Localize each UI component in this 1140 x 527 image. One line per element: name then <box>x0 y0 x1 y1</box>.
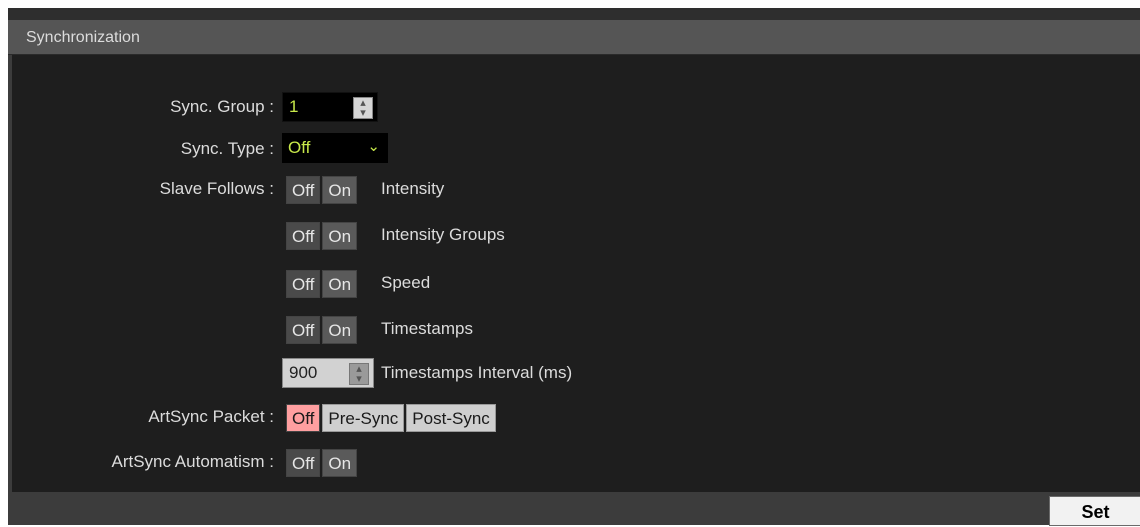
speed-label: Speed <box>381 273 431 292</box>
timestamps-interval-label: Timestamps Interval (ms) <box>381 363 573 382</box>
artsync-packet-label: ArtSync Packet : <box>148 407 274 426</box>
timestamps-interval-spinner[interactable]: 900 ▴ ▾ <box>282 358 374 388</box>
footer-bar: Set <box>8 492 1140 526</box>
artsync-automatism-label: ArtSync Automatism : <box>111 452 275 471</box>
intensity-groups-label: Intensity Groups <box>381 225 505 244</box>
artsync-pre-sync-button[interactable]: Pre-Sync <box>322 404 405 432</box>
slave-follows-label: Slave Follows : <box>159 179 274 198</box>
automatism-off-button[interactable]: Off <box>286 449 321 477</box>
intensity-groups-toggle: Off On <box>286 222 359 250</box>
intensity-toggle: Off On <box>286 176 359 204</box>
sync-type-dropdown[interactable]: Off ⌄ <box>282 133 388 163</box>
window-title: Synchronization <box>26 29 140 46</box>
spinner-arrows-icon[interactable]: ▴ ▾ <box>349 363 369 385</box>
window-top-edge <box>8 8 1140 20</box>
speed-toggle: Off On <box>286 270 359 298</box>
intensity-off-button[interactable]: Off <box>286 176 321 204</box>
title-bar: Synchronization <box>8 20 1140 55</box>
timestamps-off-button[interactable]: Off <box>286 316 321 344</box>
intensity-label: Intensity <box>381 179 445 198</box>
automatism-on-button[interactable]: On <box>322 449 358 477</box>
timestamps-interval-value: 900 <box>289 363 318 382</box>
sync-group-value: 1 <box>289 97 299 116</box>
chevron-down-icon: ⌄ <box>367 138 380 155</box>
sync-type-value: Off <box>288 138 311 157</box>
timestamps-on-button[interactable]: On <box>322 316 358 344</box>
artsync-off-button[interactable]: Off <box>286 404 321 432</box>
intensity-on-button[interactable]: On <box>322 176 358 204</box>
set-button[interactable]: Set <box>1049 496 1140 526</box>
sync-group-spinner[interactable]: 1 ▴ ▾ <box>282 92 378 122</box>
sync-group-label: Sync. Group : <box>170 97 274 116</box>
artsync-automatism-toggle: Off On <box>286 449 359 477</box>
speed-on-button[interactable]: On <box>322 270 358 298</box>
sync-type-label: Sync. Type : <box>180 139 274 158</box>
artsync-post-sync-button[interactable]: Post-Sync <box>406 404 496 432</box>
spinner-arrows-icon[interactable]: ▴ ▾ <box>353 97 373 119</box>
settings-panel: Sync. Group : 1 ▴ ▾ Sync. Type : Off ⌄ Sl… <box>12 55 1140 492</box>
timestamps-toggle: Off On <box>286 316 359 344</box>
timestamps-label: Timestamps <box>381 319 473 338</box>
speed-off-button[interactable]: Off <box>286 270 321 298</box>
synchronization-window: Synchronization Sync. Group : 1 ▴ ▾ Sync.… <box>8 20 1140 526</box>
intensity-groups-off-button[interactable]: Off <box>286 222 321 250</box>
intensity-groups-on-button[interactable]: On <box>322 222 358 250</box>
artsync-packet-toggle: Off Pre-Sync Post-Sync <box>286 404 498 432</box>
